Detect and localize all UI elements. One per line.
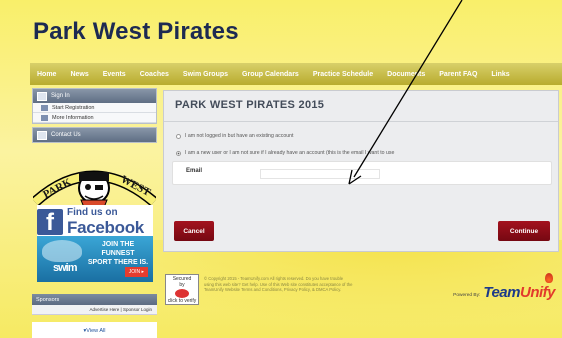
document-icon <box>41 114 48 121</box>
option-new-user[interactable]: I am a new user or I am not sure if I al… <box>176 150 394 156</box>
nav-item-news[interactable]: News <box>63 71 95 78</box>
contact-label: Contact Us <box>51 132 81 138</box>
brand-unify: Unify <box>520 284 556 301</box>
view-all-link[interactable]: ▾View All <box>32 322 157 338</box>
page-title: PARK WEST PIRATES 2015 <box>175 99 325 111</box>
nav-item-documents[interactable]: Documents <box>380 71 432 78</box>
contact-icon <box>37 130 47 140</box>
facebook-icon: f <box>37 209 63 235</box>
email-row: Email <box>172 161 552 185</box>
nav-item-coaches[interactable]: Coaches <box>133 71 176 78</box>
nav-item-home[interactable]: Home <box>30 71 63 78</box>
continue-button[interactable]: Continue <box>498 221 550 241</box>
nav-item-events[interactable]: Events <box>96 71 133 78</box>
radio-existing[interactable] <box>176 133 181 139</box>
main-nav: Home News Events Coaches Swim Groups Gro… <box>30 63 562 85</box>
registration-panel: PARK WEST PIRATES 2015 I am not logged i… <box>163 90 559 252</box>
radio-new-user[interactable] <box>176 150 181 156</box>
swim-ad-banner[interactable]: JOIN THE FUNNEST SPORT THERE IS. swim JO… <box>37 236 153 282</box>
nav-item-practice-schedule[interactable]: Practice Schedule <box>306 71 380 78</box>
option-existing-account[interactable]: I am not logged in but have an existing … <box>176 133 293 139</box>
signin-box: Sign In Start Registration More Informat… <box>32 88 157 124</box>
sponsors-header: Sponsors <box>32 294 157 305</box>
powered-by[interactable]: Powered By: TeamUnify <box>453 273 556 301</box>
email-label: Email <box>186 168 203 174</box>
ad-line1: JOIN THE FUNNEST <box>101 241 135 257</box>
sponsors-box: Sponsors Advertise Here | Sponsor Login … <box>32 294 157 338</box>
signin-label: Sign In <box>51 93 70 99</box>
signin-header[interactable]: Sign In <box>33 89 156 103</box>
nav-item-swim-groups[interactable]: Swim Groups <box>176 71 235 78</box>
site-title: Park West Pirates <box>33 18 239 45</box>
sidebar: Sign In Start Registration More Informat… <box>32 88 157 338</box>
badge-line3: click to verify <box>167 298 197 304</box>
swimmer-image <box>42 240 82 262</box>
nav-item-parent-faq[interactable]: Parent FAQ <box>432 71 484 78</box>
ad-line2: SPORT THERE IS. <box>87 258 149 266</box>
flame-icon <box>545 273 553 283</box>
secured-badge[interactable]: Secured by click to verify <box>165 274 199 305</box>
teamunify-logo: TeamUnify <box>483 273 556 301</box>
divider <box>164 121 558 122</box>
sidebar-item-label: Start Registration <box>52 104 95 111</box>
footer-copyright: © Copyright 2015 - TeamUnify.com All rig… <box>204 276 353 293</box>
facebook-banner[interactable]: f Find us on Facebook <box>37 205 153 239</box>
nav-item-links[interactable]: Links <box>484 71 516 78</box>
ad-join-button[interactable]: JOIN ▸ <box>124 267 148 277</box>
sponsor-links[interactable]: Advertise Here | Sponsor Login <box>32 305 157 315</box>
badge-line2: by <box>179 281 185 288</box>
contact-box: Contact Us <box>32 127 157 143</box>
nav-item-group-calendars[interactable]: Group Calendars <box>235 71 306 78</box>
sidebar-item-start-registration[interactable]: Start Registration <box>33 103 156 113</box>
brand-team: Team <box>483 284 520 301</box>
facebook-line2: Facebook <box>67 217 144 237</box>
document-icon <box>41 104 48 111</box>
email-input[interactable] <box>260 169 380 179</box>
user-icon <box>37 91 47 101</box>
seal-icon <box>175 289 189 298</box>
sidebar-item-label: More Information <box>52 114 94 121</box>
cancel-button[interactable]: Cancel <box>174 221 214 241</box>
ad-swim-logo: swim <box>53 262 77 274</box>
option-new-user-label: I am a new user or I am not sure if I al… <box>185 150 395 156</box>
ad-text: JOIN THE FUNNEST SPORT THERE IS. <box>87 241 149 267</box>
option-existing-label: I am not logged in but have an existing … <box>185 133 294 139</box>
sidebar-item-more-information[interactable]: More Information <box>33 113 156 123</box>
footer: Secured by click to verify © Copyright 2… <box>163 268 559 308</box>
contact-header[interactable]: Contact Us <box>33 128 156 142</box>
facebook-line1: Find us on <box>67 206 118 218</box>
powered-by-label: Powered By: <box>453 293 481 298</box>
